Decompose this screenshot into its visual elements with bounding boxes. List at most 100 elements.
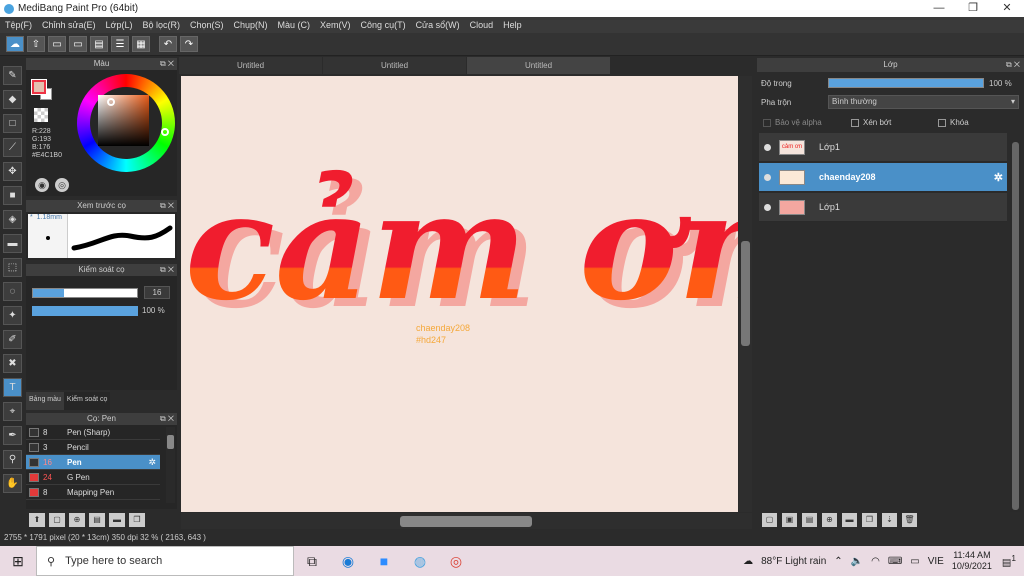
volume-icon[interactable]: 🔈 [851, 556, 863, 567]
transparent-swatch[interactable] [34, 108, 48, 122]
add-brush-icon[interactable]: ⊕ [69, 513, 85, 527]
doc-tab[interactable]: Untitled [179, 57, 322, 74]
line-tool-icon[interactable]: ⟋ [3, 138, 22, 157]
drawing-canvas[interactable]: cảm ơn cảm ơn chaenday208 #hd247 [181, 76, 738, 512]
keyboard-icon[interactable]: ⌨ [888, 556, 902, 567]
hue-knob[interactable] [161, 128, 169, 136]
fill-rect-icon[interactable]: ■ [3, 186, 22, 205]
menu-cloud[interactable]: Cloud [465, 20, 499, 30]
new-brush-icon[interactable]: ▢ [49, 513, 65, 527]
brush-item[interactable]: 8 Mapping Pen [26, 485, 160, 500]
canvas-vertical-scrollbar[interactable] [739, 76, 752, 512]
tab-palette[interactable]: Bảng màu [26, 392, 64, 410]
brush-size-value[interactable]: 16 [144, 286, 170, 299]
medibang-icon[interactable]: ◍ [402, 553, 438, 570]
lock-checkbox[interactable]: Khóa [938, 118, 969, 127]
undo-icon[interactable]: ↶ [159, 36, 177, 52]
layer-list-scrollbar[interactable] [1010, 140, 1021, 512]
color-wheel[interactable] [77, 74, 175, 172]
redo-icon[interactable]: ↷ [180, 36, 198, 52]
chat-icon[interactable]: ▭ [69, 36, 87, 52]
windows-start-icon[interactable]: ⊞ [0, 553, 36, 570]
duplicate-icon[interactable]: ❐ [129, 513, 145, 527]
palette-icon[interactable]: ◉ [35, 178, 49, 192]
eraser-tool-icon[interactable]: ◆ [3, 90, 22, 109]
select-pen-icon[interactable]: ✐ [3, 330, 22, 349]
bucket-icon[interactable]: ◈ [3, 210, 22, 229]
list-icon[interactable]: ☰ [111, 36, 129, 52]
clock[interactable]: 11:44 AM 10/9/2021 [952, 550, 992, 572]
notification-icon[interactable]: ▤1 [1002, 553, 1016, 568]
menu-filter[interactable]: Bộ lọc(R) [137, 20, 185, 30]
doc-tab-active[interactable]: Untitled [467, 57, 610, 74]
protect-alpha-checkbox[interactable]: Bảo vệ alpha [763, 118, 822, 127]
gradient-icon[interactable]: ▬ [3, 234, 22, 253]
upload-icon[interactable]: ⇧ [27, 36, 45, 52]
eyedropper-icon[interactable]: ⚲ [3, 450, 22, 469]
merge-down-icon[interactable]: ⇣ [882, 513, 897, 527]
brush-tool-icon[interactable]: ✎ [3, 66, 22, 85]
rect-select-icon[interactable]: □ [3, 114, 22, 133]
menu-file[interactable]: Tệp(F) [0, 20, 37, 30]
chrome-icon[interactable]: ◎ [438, 553, 474, 570]
visibility-icon[interactable] [764, 143, 771, 151]
menu-color[interactable]: Màu (C) [273, 20, 316, 30]
layer-opacity-slider[interactable] [828, 78, 984, 88]
sv-knob[interactable] [107, 98, 115, 106]
select-icon[interactable]: ⬚ [3, 258, 22, 277]
brush-item[interactable]: 8 Pen (Sharp) [26, 425, 160, 440]
layer-item-selected[interactable]: chaenday208 ✲ [759, 163, 1007, 192]
pen-icon[interactable]: ✒ [3, 426, 22, 445]
move-tool-icon[interactable]: ✥ [3, 162, 22, 181]
clip-checkbox[interactable]: Xén bớt [851, 118, 891, 127]
blend-mode-select[interactable]: Bình thường ▾ [828, 95, 1019, 109]
display-icon[interactable]: ▭ [910, 556, 919, 567]
wifi-icon[interactable]: ◠ [871, 556, 880, 567]
folder-icon[interactable]: ▬ [842, 513, 857, 527]
panel-close-icon[interactable]: ⧉ ✕ [160, 264, 174, 276]
panel-close-icon[interactable]: ⧉ ✕ [1006, 58, 1020, 72]
lasso-icon[interactable]: ◌ [3, 282, 22, 301]
language-indicator[interactable]: VIE [928, 556, 944, 567]
gear-icon[interactable]: ✲ [148, 457, 156, 468]
menu-layer[interactable]: Lớp(L) [101, 20, 138, 30]
brush-size-slider[interactable] [32, 288, 138, 298]
layer-item[interactable]: cảm ơn Lớp1 [759, 133, 1007, 162]
gear-icon[interactable]: ✲ [994, 171, 1003, 184]
menu-window[interactable]: Cửa sổ(W) [411, 20, 465, 30]
panel-close-icon[interactable]: ⧉ ✕ [160, 58, 174, 70]
menu-tools[interactable]: Công cụ(T) [356, 20, 411, 30]
document-icon[interactable]: ▤ [90, 36, 108, 52]
brush-item-selected[interactable]: 16 Pen ✲ [26, 455, 160, 470]
menu-snap[interactable]: Chụp(N) [229, 20, 273, 30]
task-view-icon[interactable]: ⧉ [294, 553, 330, 570]
add-layer-dropdown-icon[interactable]: ⊕ [822, 513, 837, 527]
canvas-horizontal-scrollbar[interactable] [181, 513, 752, 529]
menu-view[interactable]: Xem(V) [315, 20, 356, 30]
select-eraser-icon[interactable]: ✖ [3, 354, 22, 373]
folder-icon[interactable]: ▬ [109, 513, 125, 527]
cloud-brush-icon[interactable]: ⬆ [29, 513, 45, 527]
text-tool-icon[interactable]: T [3, 378, 22, 397]
brush-list-scrollbar[interactable] [166, 427, 175, 503]
visibility-icon[interactable] [764, 203, 771, 211]
new-1bit-layer-icon[interactable]: ▤ [802, 513, 817, 527]
weather-text[interactable]: 88°F Light rain [761, 556, 826, 567]
taskbar-search[interactable]: ⚲ Type here to search [36, 546, 294, 576]
maximize-button[interactable]: ❐ [956, 0, 990, 17]
brush-item[interactable]: 3 Pencil [26, 440, 160, 455]
menu-edit[interactable]: Chỉnh sửa(E) [37, 20, 101, 30]
delete-layer-icon[interactable]: 🗑 [902, 513, 917, 527]
brush-opacity-slider[interactable] [32, 306, 138, 316]
new-halftone-layer-icon[interactable]: ▣ [782, 513, 797, 527]
weather-icon[interactable]: ☁ [743, 556, 753, 567]
close-button[interactable]: ✕ [990, 0, 1024, 17]
menu-help[interactable]: Help [498, 20, 527, 30]
saturation-square[interactable] [98, 95, 149, 146]
grid-icon[interactable]: ▦ [132, 36, 150, 52]
hand-icon[interactable]: ✋ [3, 474, 22, 493]
cloud-icon[interactable]: ☁ [6, 36, 24, 52]
magic-wand-icon[interactable]: ✦ [3, 306, 22, 325]
operation-tool-icon[interactable]: ⌖ [3, 402, 22, 421]
foreground-color-swatch[interactable] [31, 79, 47, 95]
